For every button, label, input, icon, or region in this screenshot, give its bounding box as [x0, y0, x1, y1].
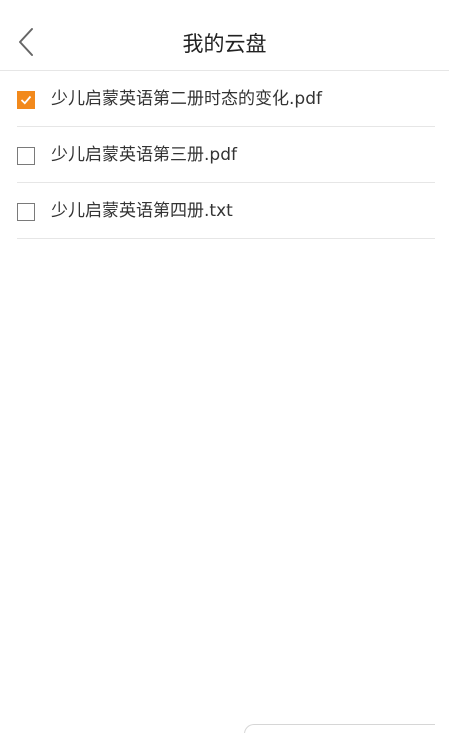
file-checkbox[interactable]: [17, 90, 35, 109]
page-title: 我的云盘: [182, 32, 267, 56]
file-name: 少儿启蒙英语第四册.txt: [51, 200, 233, 221]
cloud-drive-screen: 我的云盘 少儿启蒙英语第二册时态的变化.pdf 少儿启蒙英语第三册.pdf 少儿…: [0, 0, 449, 733]
checkmark-icon: [20, 95, 32, 105]
back-button[interactable]: [10, 26, 42, 62]
file-checkbox[interactable]: [17, 202, 35, 221]
list-item[interactable]: 少儿启蒙英语第二册时态的变化.pdf: [17, 71, 435, 127]
file-checkbox[interactable]: [17, 146, 35, 165]
file-list: 少儿启蒙英语第二册时态的变化.pdf 少儿启蒙英语第三册.pdf 少儿启蒙英语第…: [0, 71, 449, 239]
file-name: 少儿启蒙英语第三册.pdf: [51, 144, 237, 165]
file-name: 少儿启蒙英语第二册时态的变化.pdf: [51, 88, 322, 109]
chevron-left-icon: [17, 27, 35, 61]
list-item[interactable]: 少儿启蒙英语第三册.pdf: [17, 127, 435, 183]
cloud-icon: [264, 728, 278, 733]
list-item[interactable]: 少儿启蒙英语第四册.txt: [17, 183, 435, 239]
header-bar: 我的云盘: [0, 18, 449, 71]
